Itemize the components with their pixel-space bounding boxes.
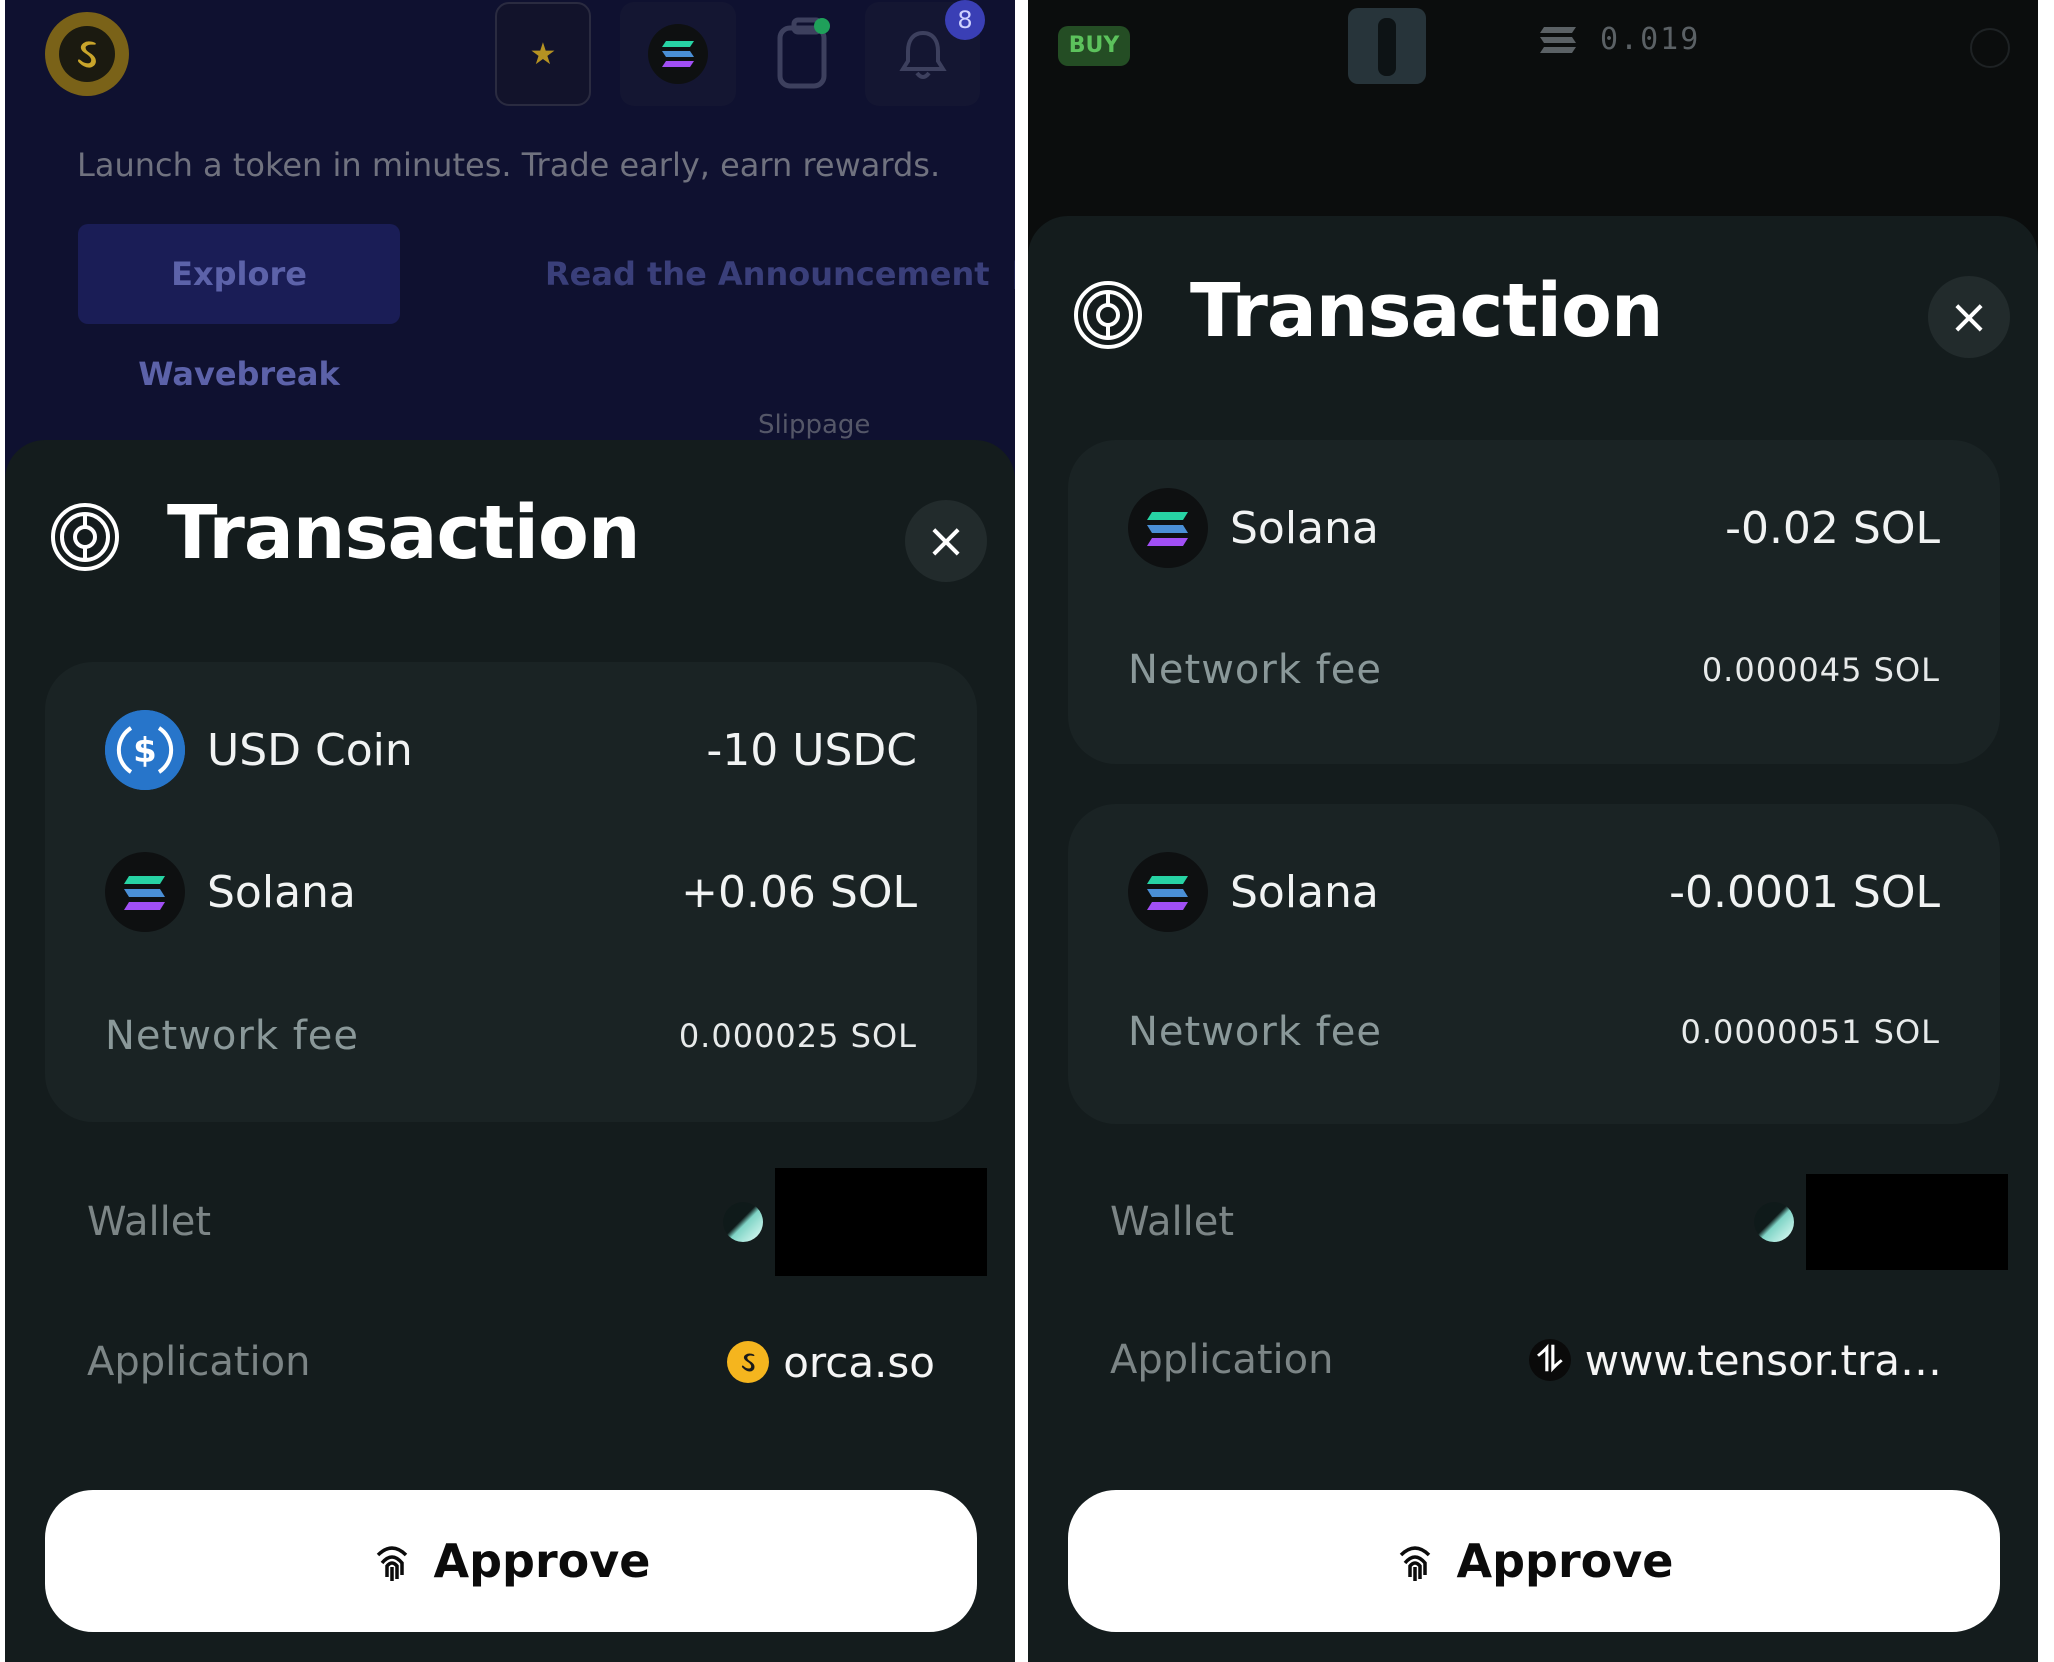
network-fee-value: 0.0000051 SOL (1680, 1013, 1940, 1051)
svg-text:$: $ (133, 731, 157, 771)
application-domain: www.tensor.tra… (1584, 1335, 1942, 1385)
star-icon: ★ (529, 36, 557, 72)
background-header: ઽ ★ 8 (5, 0, 1015, 130)
wallet-label: Wallet (1110, 1199, 1235, 1245)
wave-logo-icon: ઽ (59, 26, 115, 82)
network-fee-row: Network fee 0.0000051 SOL (1128, 992, 1940, 1072)
tagline-text: Launch a token in minutes. Trade early, … (77, 146, 941, 184)
sheet-header: Transaction × (5, 440, 1015, 640)
usdc-icon: $ (105, 710, 185, 790)
network-fee-label: Network fee (1128, 1009, 1383, 1055)
fingerprint-icon (376, 1546, 407, 1581)
wallet-value[interactable] (1754, 1174, 2008, 1270)
network-fee-label: Network fee (105, 1013, 360, 1059)
sheet-title: Transaction (1190, 268, 1664, 354)
wallet-icon (777, 17, 830, 89)
wallet-value[interactable] (723, 1168, 987, 1276)
application-row: Application ⥮ www.tensor.tra… (1110, 1320, 1942, 1400)
solana-mono-icon (1540, 26, 1576, 53)
wallet-row: Wallet (1110, 1174, 2008, 1270)
transaction-sheet: Transaction × Solana -0.02 SOL Network f… (1028, 216, 2038, 1662)
network-fee-value: 0.000025 SOL (678, 1017, 917, 1055)
token-amount: -0.02 SOL (1725, 502, 1940, 554)
application-value[interactable]: ⥮ www.tensor.tra… (1528, 1335, 1942, 1385)
buy-badge[interactable]: BUY (1058, 26, 1130, 66)
solana-icon (105, 852, 185, 932)
application-domain: orca.so (783, 1337, 935, 1387)
token-amount: +0.06 SOL (681, 866, 917, 918)
token-row: Solana -0.0001 SOL (1128, 852, 1940, 932)
approve-button[interactable]: Approve (1068, 1490, 2000, 1632)
token-amount: -10 USDC (706, 724, 917, 776)
token-row: $ USD Coin -10 USDC (105, 710, 917, 790)
slippage-label: Slippage (758, 410, 871, 440)
phantom-style-logo-icon (1074, 281, 1142, 349)
network-fee-value: 0.000045 SOL (1701, 651, 1940, 689)
tensor-icon: ⥮ (1528, 1339, 1571, 1381)
network-fee-row: Network fee 0.000025 SOL (105, 996, 917, 1076)
notification-count-badge: 8 (945, 0, 985, 40)
nft-figure-image (1378, 18, 1396, 76)
redacted-wallet-address (1806, 1174, 2008, 1270)
sheet-title: Transaction (167, 490, 641, 576)
external-link-icon: [ (1001, 255, 1015, 293)
close-icon: × (1948, 289, 1990, 345)
solana-icon (648, 24, 708, 84)
transaction-sheet: Transaction × $ USD Coin -10 USDC Solana… (5, 440, 1015, 1662)
application-value[interactable]: ઽ orca.so (727, 1338, 935, 1387)
approve-label: Approve (1456, 1534, 1674, 1588)
price-value: 0.019 (1600, 22, 1701, 57)
transaction-card: $ USD Coin -10 USDC Solana +0.06 SOL Net… (45, 662, 977, 1122)
sheet-header: Transaction × (1028, 216, 2038, 416)
app-logo[interactable]: ઽ (45, 12, 129, 96)
token-row: Solana +0.06 SOL (105, 852, 917, 932)
token-row: Solana -0.02 SOL (1128, 488, 1940, 568)
application-label: Application (1110, 1337, 1334, 1383)
solana-icon (1128, 852, 1208, 932)
right-screen: BUY 0.019 Transaction × Solana -0.02 SOL… (1028, 0, 2038, 1662)
nft-thumbnail[interactable] (1348, 8, 1426, 84)
price-display: 0.019 (1538, 22, 1700, 57)
wallet-label: Wallet (87, 1199, 212, 1245)
explore-wavebreak-button[interactable]: Explore Wavebreak (78, 224, 400, 393)
close-button[interactable]: × (905, 500, 987, 582)
wallet-button[interactable] (760, 2, 844, 106)
token-name: USD Coin (207, 724, 413, 776)
token-name: Solana (207, 866, 356, 918)
wallet-row: Wallet (87, 1168, 987, 1276)
application-label: Application (87, 1339, 311, 1385)
left-screen: ઽ ★ 8 Launch a token in minutes. Trade e… (5, 0, 1015, 1662)
network-fee-row: Network fee 0.000045 SOL (1128, 630, 1940, 710)
read-announcement-link[interactable]: Read the Announcement [ (545, 224, 1015, 324)
token-amount: -0.0001 SOL (1669, 866, 1940, 918)
bell-icon (898, 30, 947, 79)
solana-network-button[interactable] (620, 2, 736, 106)
solana-icon (1128, 488, 1208, 568)
wallet-avatar (723, 1202, 763, 1242)
wallet-avatar (1754, 1202, 1794, 1242)
clock-icon[interactable] (1970, 28, 2010, 68)
token-name: Solana (1230, 502, 1379, 554)
fingerprint-icon (1399, 1546, 1430, 1581)
application-row: Application ઽ orca.so (87, 1322, 935, 1402)
approve-button[interactable]: Approve (45, 1490, 977, 1632)
token-name: Solana (1230, 866, 1379, 918)
redacted-wallet-address (775, 1168, 987, 1276)
favorites-button[interactable]: ★ (495, 2, 591, 106)
approve-label: Approve (433, 1534, 651, 1588)
read-announcement-label: Read the Announcement (545, 255, 990, 293)
close-icon: × (925, 513, 967, 569)
transaction-card: Solana -0.0001 SOL Network fee 0.0000051… (1068, 804, 2000, 1124)
phantom-style-logo-icon (51, 503, 119, 571)
network-fee-label: Network fee (1128, 647, 1383, 693)
close-button[interactable]: × (1928, 276, 2010, 358)
transaction-card: Solana -0.02 SOL Network fee 0.000045 SO… (1068, 440, 2000, 764)
orca-icon: ઽ (727, 1341, 770, 1383)
